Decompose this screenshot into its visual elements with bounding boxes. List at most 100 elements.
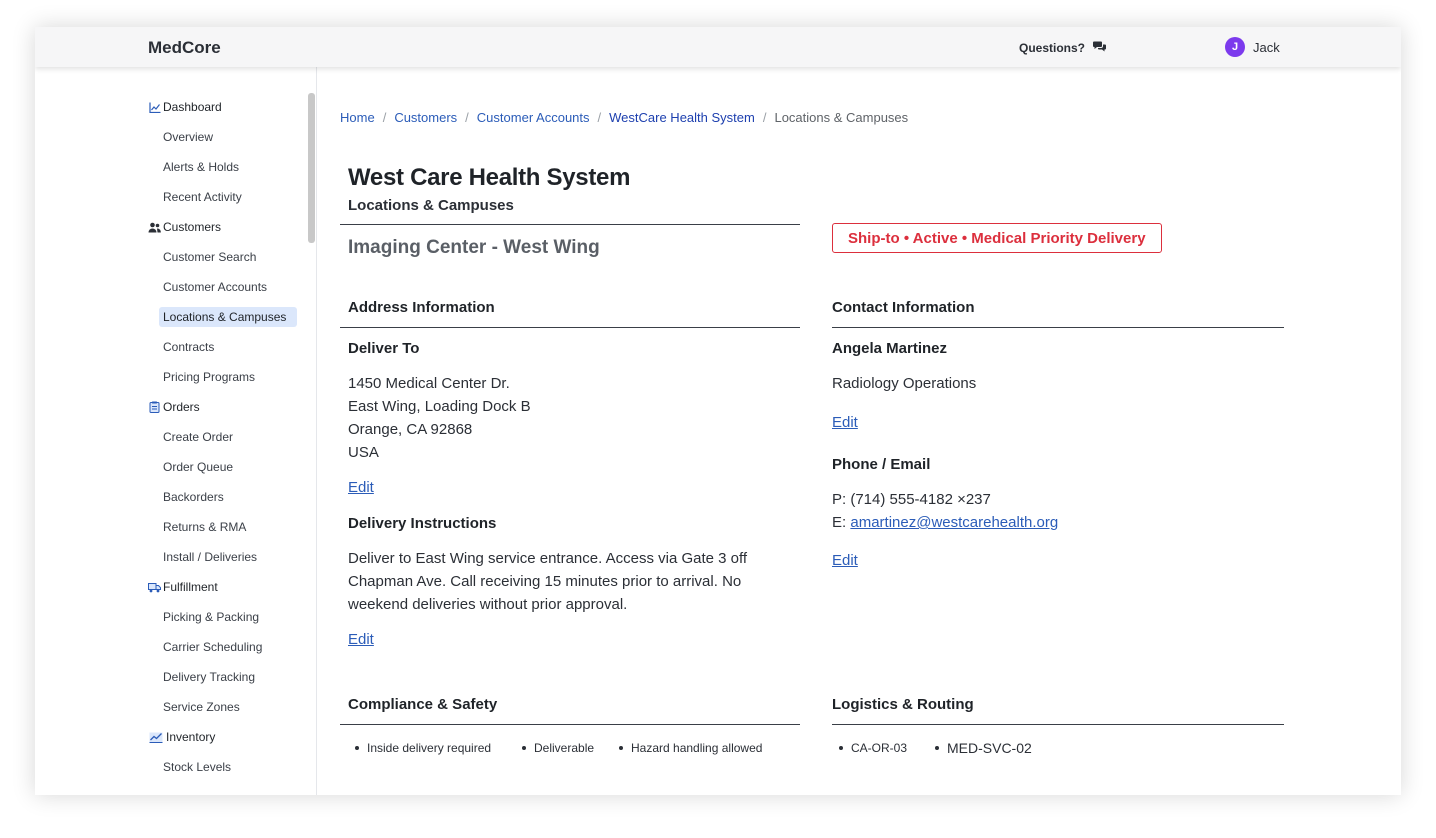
- sidebar-section-label: Fulfillment: [163, 580, 218, 594]
- route-code: MED-SVC-02: [947, 740, 1032, 756]
- address-line: 1450 Medical Center Dr.: [348, 375, 510, 392]
- contact-department: Radiology Operations: [832, 375, 977, 392]
- sidebar-item-customer-accounts[interactable]: Customer Accounts: [148, 277, 308, 297]
- sidebar-section-label: Orders: [163, 400, 200, 414]
- sidebar-item-stock-levels[interactable]: Stock Levels: [148, 757, 308, 777]
- compliance-divider: [340, 724, 800, 725]
- sidebar-section-customers[interactable]: Customers: [148, 217, 308, 237]
- breadcrumb-home[interactable]: Home: [340, 110, 375, 125]
- sidebar-item-pricing-programs[interactable]: Pricing Programs: [148, 367, 308, 387]
- user-menu[interactable]: J Jack: [1225, 37, 1280, 57]
- sidebar-item-overview[interactable]: Overview: [148, 127, 308, 147]
- questions-link[interactable]: Questions?: [1019, 40, 1107, 56]
- logistics-heading: Logistics & Routing: [832, 696, 974, 713]
- list-item: MED-SVC-02: [935, 740, 1032, 756]
- contact-email-link[interactable]: amartinez@westcarehealth.org: [850, 514, 1058, 531]
- contact-divider: [832, 327, 1284, 328]
- delivery-instructions-label: Delivery Instructions: [348, 515, 497, 532]
- phone-email-label: Phone / Email: [832, 456, 931, 473]
- breadcrumb-separator: /: [762, 110, 767, 125]
- top-bar: MedCore Questions? J Jack: [35, 27, 1401, 67]
- bullet: [619, 746, 623, 750]
- contact-phone: P: (714) 555-4182 ×237: [832, 491, 991, 508]
- sidebar-section-orders[interactable]: Orders: [148, 397, 308, 417]
- sidebar-section-inventory[interactable]: Inventory: [148, 727, 308, 747]
- page-subtitle: Locations & Campuses: [348, 197, 514, 214]
- sidebar-item-create-order[interactable]: Create Order: [148, 427, 308, 447]
- compliance-item: Hazard handling allowed: [631, 741, 763, 755]
- sidebar-item-returns-rma[interactable]: Returns & RMA: [148, 517, 308, 537]
- status-badge: Ship-to • Active • Medical Priority Deli…: [832, 223, 1162, 253]
- breadcrumb-separator: /: [597, 110, 602, 125]
- sidebar-item-carrier-scheduling[interactable]: Carrier Scheduling: [148, 637, 308, 657]
- sidebar-item-recent-activity[interactable]: Recent Activity: [148, 187, 308, 207]
- deliver-to-label: Deliver To: [348, 340, 420, 357]
- breadcrumb-separator: /: [465, 110, 469, 125]
- chart-icon: [148, 101, 161, 114]
- questions-label: Questions?: [1019, 41, 1086, 55]
- sidebar-item-service-zones[interactable]: Service Zones: [148, 697, 308, 717]
- breadcrumb-customer-accounts[interactable]: Customer Accounts: [477, 110, 590, 125]
- location-name: Imaging Center - West Wing: [348, 237, 600, 258]
- contact-name: Angela Martinez: [832, 340, 948, 357]
- sidebar-section-dashboard[interactable]: Dashboard: [148, 97, 308, 117]
- app-window: MedCore Questions? J Jack Dashboard Over…: [35, 27, 1401, 795]
- sidebar-item-alerts-holds[interactable]: Alerts & Holds: [148, 157, 308, 177]
- list-item: Inside delivery required: [355, 741, 491, 755]
- title-divider: [340, 224, 800, 225]
- delivery-instructions-text: Deliver to East Wing service entrance. A…: [348, 550, 748, 613]
- breadcrumb-westcare[interactable]: WestCare Health System: [609, 110, 755, 125]
- phone-email-edit-link[interactable]: Edit: [832, 552, 858, 569]
- email-prefix: E:: [832, 514, 847, 531]
- address-block: 1450 Medical Center Dr. East Wing, Loadi…: [348, 372, 531, 464]
- sidebar-section-label: Dashboard: [163, 100, 222, 114]
- bullet: [839, 746, 843, 750]
- logistics-divider: [832, 724, 1284, 725]
- address-line: USA: [348, 444, 379, 461]
- sidebar-scrollbar[interactable]: [308, 93, 315, 243]
- trend-icon: [148, 731, 163, 744]
- bullet: [522, 746, 526, 750]
- app-logo[interactable]: MedCore: [148, 38, 221, 58]
- sidebar-item-picking-packing[interactable]: Picking & Packing: [148, 607, 308, 627]
- truck-icon: [148, 581, 161, 594]
- address-edit-link[interactable]: Edit: [348, 479, 374, 496]
- users-icon: [148, 221, 161, 234]
- phone-email-block: P: (714) 555-4182 ×237 E: amartinez@west…: [832, 488, 1058, 534]
- contact-edit-link[interactable]: Edit: [832, 414, 858, 431]
- breadcrumb-customers[interactable]: Customers: [394, 110, 457, 125]
- sidebar: Dashboard Overview Alerts & Holds Recent…: [35, 67, 317, 795]
- list-item: CA-OR-03: [839, 741, 907, 755]
- main-content: Home / Customers / Customer Accounts / W…: [340, 67, 1401, 795]
- compliance-item: Inside delivery required: [367, 741, 492, 755]
- sidebar-item-install-deliveries[interactable]: Install / Deliveries: [148, 547, 308, 567]
- sidebar-item-contracts[interactable]: Contracts: [148, 337, 308, 357]
- sidebar-item-delivery-tracking[interactable]: Delivery Tracking: [148, 667, 308, 687]
- breadcrumb-separator: /: [382, 110, 387, 125]
- sidebar-section-fulfillment[interactable]: Fulfillment: [148, 577, 308, 597]
- page-title: West Care Health System: [348, 164, 631, 191]
- chat-bubbles-icon: [1093, 40, 1107, 56]
- sidebar-item-locations-campuses[interactable]: Locations & Campuses: [159, 307, 297, 327]
- sidebar-section-label: Customers: [163, 220, 222, 234]
- sidebar-item-customer-search[interactable]: Customer Search: [148, 247, 308, 267]
- avatar: J: [1225, 37, 1245, 57]
- address-line: East Wing, Loading Dock B: [348, 398, 531, 415]
- breadcrumb-current: Locations & Campuses: [774, 110, 909, 125]
- compliance-item: Deliverable: [534, 741, 595, 755]
- address-heading: Address Information: [348, 299, 495, 316]
- address-line: Orange, CA 92868: [348, 421, 473, 438]
- sidebar-nav: Dashboard Overview Alerts & Holds Recent…: [148, 97, 308, 787]
- breadcrumb: Home / Customers / Customer Accounts / W…: [340, 110, 908, 125]
- contact-heading: Contact Information: [832, 299, 975, 316]
- list-item: Hazard handling allowed: [619, 741, 762, 755]
- instructions-edit-link[interactable]: Edit: [348, 631, 374, 648]
- sidebar-item-order-queue[interactable]: Order Queue: [148, 457, 308, 477]
- route-code: CA-OR-03: [851, 741, 908, 755]
- list-item: Deliverable: [522, 741, 594, 755]
- sidebar-section-label: Inventory: [166, 730, 216, 744]
- sidebar-item-backorders[interactable]: Backorders: [148, 487, 308, 507]
- address-divider: [340, 327, 800, 328]
- bullet: [355, 746, 359, 750]
- compliance-heading: Compliance & Safety: [348, 696, 498, 713]
